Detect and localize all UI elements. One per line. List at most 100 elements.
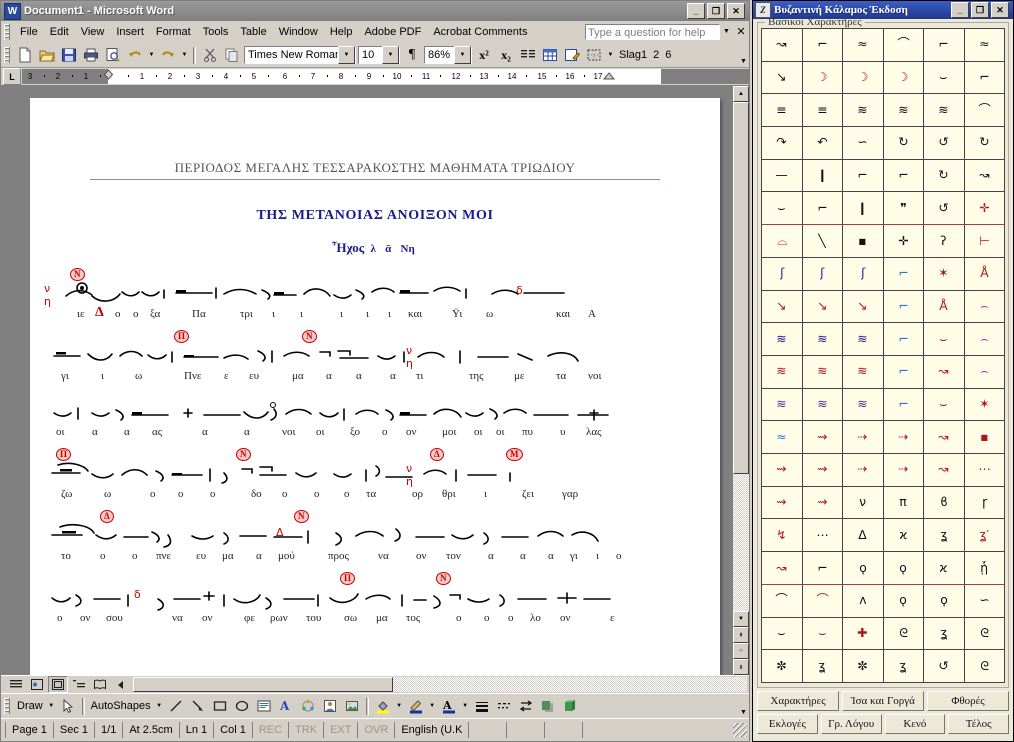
outline-view-icon[interactable] xyxy=(69,676,89,693)
byzantine-maximize-button[interactable]: ❐ xyxy=(971,2,989,18)
character-cell[interactable]: ᘓ xyxy=(964,617,1005,651)
undo-icon[interactable] xyxy=(124,45,146,66)
textbox-icon[interactable] xyxy=(253,696,275,717)
toolbar-overflow-button[interactable]: ▼ xyxy=(738,45,749,65)
character-cell[interactable]: Δ xyxy=(843,519,884,553)
open-folder-icon[interactable] xyxy=(36,45,58,66)
eklogues-button[interactable]: Εκλογές xyxy=(757,714,818,734)
character-cell[interactable]: ∽ xyxy=(843,127,884,160)
character-cell[interactable]: ≈ xyxy=(762,421,803,455)
print-icon[interactable] xyxy=(80,45,102,66)
chevron-down-icon[interactable]: ▼ xyxy=(394,696,405,717)
character-cell[interactable]: ↯ xyxy=(762,519,803,553)
character-cell[interactable]: ⌣ xyxy=(762,617,803,651)
tab-stop-selector[interactable]: L xyxy=(3,68,21,85)
character-cell[interactable]: ≋ xyxy=(762,323,803,356)
character-cell[interactable]: ⌐ xyxy=(883,388,924,422)
character-cell[interactable]: π xyxy=(883,486,924,520)
character-cell[interactable]: ⇢ xyxy=(843,454,884,487)
drawing-toolbar-overflow-button[interactable]: ▼ xyxy=(738,696,749,716)
new-document-icon[interactable] xyxy=(14,45,36,66)
character-cell[interactable]: ≈ xyxy=(843,29,884,62)
character-cell[interactable]: ⌒ xyxy=(762,584,803,618)
print-layout-view-icon[interactable] xyxy=(48,676,68,693)
resize-grip[interactable] xyxy=(733,723,747,737)
isa-kai-gorga-button[interactable]: Ίσα και Γοργά xyxy=(842,691,924,711)
character-cell[interactable]: ᾗ xyxy=(964,552,1005,585)
character-cell[interactable]: ʓ′ xyxy=(964,519,1005,553)
character-cell[interactable]: ᴧ xyxy=(843,584,884,618)
close-button[interactable]: ✕ xyxy=(727,3,745,19)
horizontal-scroll-track[interactable] xyxy=(133,677,747,692)
character-cell[interactable]: ϰ xyxy=(883,519,924,553)
minimize-button[interactable]: _ xyxy=(687,3,705,19)
character-cell[interactable]: ☽ xyxy=(883,61,924,95)
ask-question-input[interactable]: Type a question for help xyxy=(585,23,720,40)
character-cell[interactable]: ⌒ xyxy=(964,94,1005,128)
dash-style-icon[interactable] xyxy=(493,696,515,717)
menu-edit[interactable]: Edit xyxy=(44,23,75,41)
close-document-button[interactable]: ✕ xyxy=(733,25,749,38)
character-cell[interactable]: ≋ xyxy=(802,323,843,356)
character-cell[interactable]: ↘ xyxy=(762,61,803,95)
character-cell[interactable]: ⌐ xyxy=(802,29,843,62)
scroll-up-button[interactable]: ▲ xyxy=(733,86,749,102)
character-cell[interactable]: ⌣ xyxy=(924,323,965,356)
character-cell[interactable]: ⌣ xyxy=(762,192,803,226)
diagram-icon[interactable] xyxy=(297,696,319,717)
character-cell[interactable]: ʓ xyxy=(883,650,924,683)
character-cell[interactable]: ≋ xyxy=(843,94,884,128)
line-icon[interactable] xyxy=(165,696,187,717)
character-cell[interactable]: ✶ xyxy=(964,388,1005,422)
character-cell[interactable]: ⌢ xyxy=(964,290,1005,324)
shadow-style-icon[interactable] xyxy=(537,696,559,717)
print-preview-icon[interactable] xyxy=(102,45,124,66)
character-cell[interactable]: ↘ xyxy=(762,290,803,324)
insert-table-icon[interactable] xyxy=(539,45,561,66)
character-cell[interactable]: ⇢ xyxy=(843,421,884,455)
character-cell[interactable]: ϙ xyxy=(883,584,924,618)
character-cell[interactable]: ↻ xyxy=(883,127,924,160)
maximize-button[interactable]: ❐ xyxy=(707,3,725,19)
web-layout-view-icon[interactable] xyxy=(27,676,47,693)
show-formatting-marks-icon[interactable]: ¶ xyxy=(401,45,423,66)
copy-icon[interactable] xyxy=(221,45,243,66)
3d-style-icon[interactable] xyxy=(559,696,581,717)
right-indent-marker[interactable] xyxy=(603,72,615,84)
character-cell[interactable]: ▪ xyxy=(843,225,884,258)
character-cell[interactable]: ⌐ xyxy=(964,61,1005,95)
character-cell[interactable]: ↻ xyxy=(964,127,1005,160)
chevron-down-icon[interactable]: ▼ xyxy=(427,696,438,717)
document-page[interactable]: ΠΕΡΙΟΔΟΣ ΜΕΓΑΛΗΣ ΤΕΣΣΑΡΑΚΟΣΤΗΣ ΜΑΘΗΜΑΤΑ … xyxy=(30,98,720,675)
character-cell[interactable]: ↻ xyxy=(924,159,965,193)
chevron-down-icon[interactable]: ▼ xyxy=(454,46,471,64)
edit-icon[interactable] xyxy=(561,45,583,66)
character-cell[interactable]: ≋ xyxy=(843,355,884,389)
superscript-icon[interactable]: x² xyxy=(473,45,495,66)
cut-icon[interactable] xyxy=(199,45,221,66)
character-cell[interactable]: ≋ xyxy=(843,388,884,422)
vertical-scroll-thumb[interactable] xyxy=(733,102,749,474)
character-cell[interactable]: ⌐ xyxy=(843,159,884,193)
draw-menu-button[interactable]: Draw xyxy=(14,700,46,712)
character-cell[interactable]: ↝ xyxy=(924,355,965,389)
character-cell[interactable]: ╲ xyxy=(802,225,843,258)
undo-dropdown-icon[interactable]: ▼ xyxy=(146,45,157,66)
line-color-icon[interactable] xyxy=(405,696,427,717)
character-cell[interactable]: ≋ xyxy=(762,388,803,422)
character-cell[interactable]: ⇝ xyxy=(802,454,843,487)
character-cell[interactable]: ✛ xyxy=(964,192,1005,226)
character-cell[interactable]: ≡ xyxy=(802,94,843,128)
character-cell[interactable]: ʓ xyxy=(802,650,843,683)
fthores-button[interactable]: Φθορές xyxy=(927,691,1009,711)
character-cell[interactable]: ʓ xyxy=(924,617,965,651)
character-cell[interactable]: ❙ xyxy=(802,159,843,193)
menu-insert[interactable]: Insert xyxy=(110,23,150,41)
normal-view-icon[interactable] xyxy=(6,676,26,693)
character-cell[interactable]: ⌒ xyxy=(802,584,843,618)
chevron-down-icon[interactable]: ▼ xyxy=(460,696,471,717)
select-arrow-icon[interactable] xyxy=(57,696,79,717)
prev-page-icon[interactable] xyxy=(111,676,131,693)
character-cell[interactable]: ʓ xyxy=(924,519,965,553)
character-cell[interactable]: ᘓ xyxy=(883,617,924,651)
